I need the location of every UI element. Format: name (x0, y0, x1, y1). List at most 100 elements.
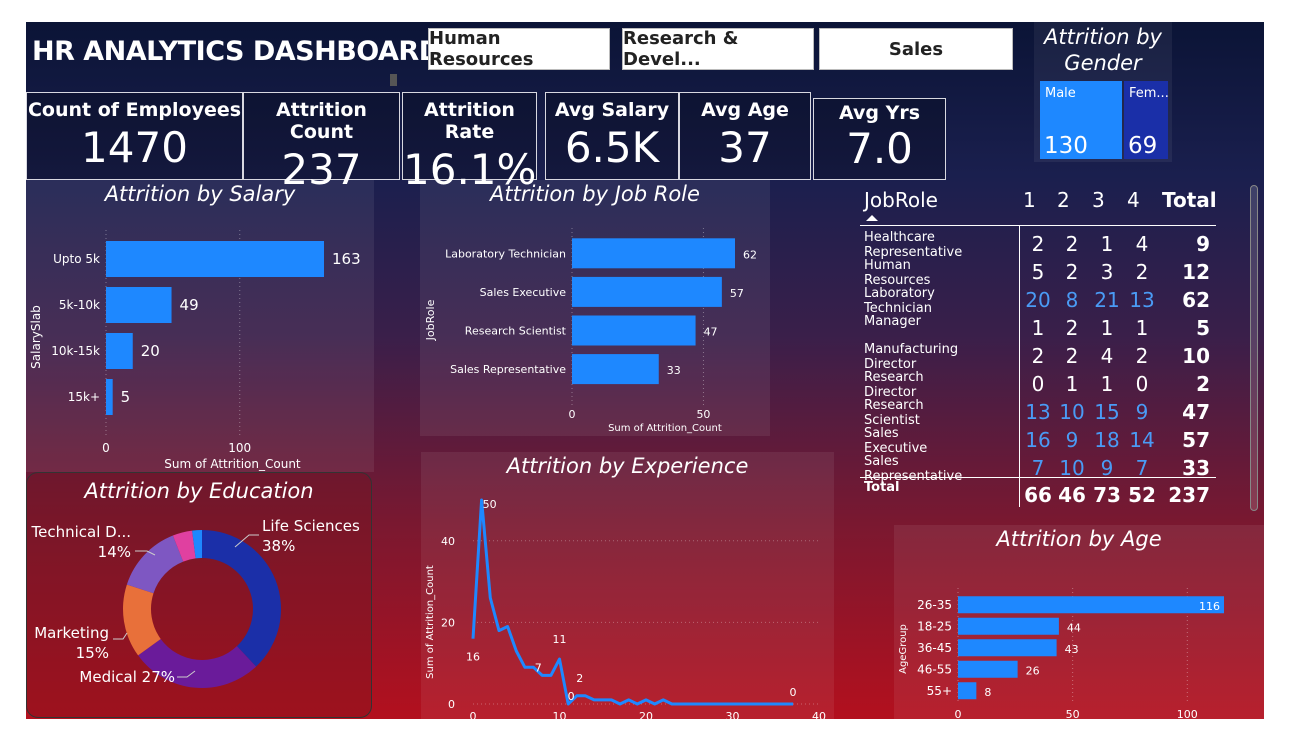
leader-line (113, 632, 128, 640)
matrix-cell: 1 (1100, 232, 1114, 256)
kpi-count-of-employees: Count of Employees 1470 (26, 92, 243, 180)
x-tick-label: 0 (102, 441, 110, 455)
matrix-row-total: 62 (1182, 288, 1210, 312)
experience-series-line[interactable] (471, 498, 794, 706)
x-tick-label: 10 (553, 710, 567, 719)
kpi-value: 1470 (81, 123, 188, 172)
matrix-header-total[interactable]: Total (1162, 188, 1217, 212)
data-label: 44 (1067, 621, 1081, 634)
bar[interactable] (106, 241, 324, 277)
matrix-cell: 2 (1031, 344, 1045, 368)
slice-label: 14% (98, 543, 131, 561)
gender-female-tile[interactable]: Fem... 69 (1124, 81, 1169, 159)
kpi-avg-salary: Avg Salary 6.5K (545, 92, 679, 180)
matrix-cell: 10 (1059, 456, 1085, 480)
category-label: 5k-10k (59, 298, 100, 312)
kpi-value: 6.5K (564, 123, 660, 172)
matrix-row-total: 33 (1182, 456, 1210, 480)
matrix-header-3[interactable]: 3 (1092, 188, 1105, 212)
dept-button-sales[interactable]: Sales (819, 28, 1013, 70)
bar[interactable] (106, 287, 172, 323)
bar[interactable] (572, 238, 735, 269)
age-bar-chart: 05010026-3511618-254436-454346-552655+8S… (898, 588, 1224, 719)
jobrole-chart-panel: Attrition by Job Role 0 50 Laboratory Tech… (420, 180, 770, 436)
attrition-by-gender-panel: Attrition by Gender Male 130 Fem... 69 (1034, 22, 1172, 162)
matrix-total-cell: 73 (1093, 483, 1121, 507)
matrix-cell: 20 (1025, 288, 1051, 312)
matrix-header-4[interactable]: 4 (1127, 188, 1140, 212)
sort-ascending-icon[interactable] (866, 215, 878, 221)
matrix-header-jobrole[interactable]: JobRole (864, 188, 938, 212)
matrix-cell: 13 (1025, 400, 1051, 424)
category-label: 18-25 (917, 619, 952, 633)
y-tick-label: 40 (441, 535, 455, 548)
category-label: 36-45 (917, 641, 952, 655)
bar[interactable] (572, 315, 696, 346)
category-label: 55+ (927, 684, 952, 698)
bar[interactable] (958, 596, 1224, 614)
dept-button-human-resources[interactable]: Human Resources (428, 28, 610, 70)
kpi-attrition-rate: Attrition Rate 16.1% (402, 92, 537, 194)
matrix-row-total: 47 (1182, 400, 1210, 424)
kpi-label: Avg Age (701, 99, 789, 121)
matrix-row-label: Laboratory Technician (864, 286, 935, 316)
matrix-cell: 2 (1065, 344, 1079, 368)
category-label: 46-55 (917, 662, 952, 676)
data-label: 7 (535, 661, 542, 674)
matrix-cell: 2 (1065, 260, 1079, 284)
x-tick-label: 30 (726, 710, 740, 719)
dept-button-research-development[interactable]: Research & Devel... (622, 28, 814, 70)
title-resize-handle[interactable] (390, 74, 397, 86)
slice-label: 38% (262, 537, 295, 555)
matrix-scrollbar[interactable] (1250, 185, 1258, 511)
dashboard-canvas: HR ANALYTICS DASHBOARD Human Resources R… (26, 22, 1264, 719)
matrix-row-label: Sales Executive (864, 426, 928, 456)
x-tick-label: 50 (696, 408, 710, 421)
gender-label: Male (1045, 86, 1076, 101)
matrix-row-total: 57 (1182, 428, 1210, 452)
bar[interactable] (958, 639, 1057, 657)
gender-value: 69 (1128, 133, 1158, 159)
y-tick-label: 20 (441, 616, 455, 629)
bar[interactable] (958, 617, 1059, 635)
matrix-row-total: 10 (1182, 344, 1210, 368)
data-label: 16 (466, 651, 480, 664)
matrix-cell: 16 (1025, 428, 1051, 452)
x-tick-label: 20 (639, 710, 653, 719)
x-tick-label: 100 (228, 441, 251, 455)
matrix-row-label: Healthcare Representative (864, 230, 963, 260)
bar[interactable] (106, 333, 133, 369)
matrix-header-2[interactable]: 2 (1057, 188, 1070, 212)
category-label: 15k+ (68, 390, 100, 404)
category-label: 10k-15k (51, 344, 100, 358)
matrix-row-label: Research Scientist (864, 398, 924, 428)
gender-chart-title: Attrition by Gender (1044, 25, 1162, 75)
x-axis-label: Sum of Attrition_Count (164, 457, 301, 471)
gender-male-tile[interactable]: Male 130 (1040, 81, 1122, 159)
data-label: 163 (332, 250, 361, 268)
donut-slice[interactable] (126, 535, 184, 594)
x-tick-label: 0 (569, 408, 576, 421)
y-axis-label: Sum of Attrition_Count (425, 565, 436, 679)
matrix-cell: 18 (1094, 428, 1120, 452)
bar[interactable] (958, 682, 977, 700)
kpi-avg-age: Avg Age 37 (679, 92, 811, 180)
bar[interactable] (572, 276, 722, 307)
bar[interactable] (958, 660, 1018, 678)
matrix-cell: 2 (1065, 316, 1079, 340)
matrix-row-total: 2 (1196, 372, 1210, 396)
bar[interactable] (106, 379, 113, 415)
matrix-cell: 2 (1031, 232, 1045, 256)
data-label: 0 (568, 690, 575, 703)
matrix-cell: 0 (1031, 372, 1045, 396)
data-label: 0 (790, 686, 797, 699)
matrix-row-label: Research Director (864, 370, 924, 400)
salary-chart-panel: Attrition by Salary 0 100 Upto 5k 163 5k-10k… (26, 180, 374, 472)
kpi-value: 7.0 (846, 124, 913, 173)
matrix-header-1[interactable]: 1 (1023, 188, 1036, 212)
bar[interactable] (572, 354, 659, 385)
matrix-column-divider (1019, 225, 1020, 507)
data-label: 5 (121, 388, 131, 406)
slice-label: Life Sciences (262, 517, 360, 535)
matrix-row-label: Manager (864, 314, 921, 329)
